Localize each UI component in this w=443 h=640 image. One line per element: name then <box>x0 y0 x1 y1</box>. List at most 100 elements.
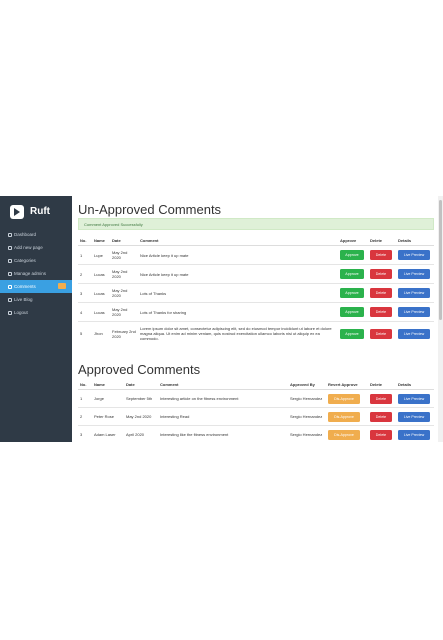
cell-name: Jorge <box>92 389 124 408</box>
cell-no: 1 <box>78 389 92 408</box>
table-row: 4 Lucas May 2nd 2020 Lots of Thanks for … <box>78 302 434 322</box>
sidebar-item-label: Comments <box>14 284 36 289</box>
dis-approve-button[interactable]: Dis-Approve <box>328 393 360 404</box>
delete-button[interactable]: Delete <box>370 307 392 317</box>
delete-button[interactable]: Delete <box>370 328 392 339</box>
delete-button[interactable]: Delete <box>370 269 392 279</box>
cell-name: Jhon <box>92 321 110 346</box>
cell-date: May 2nd 2020 <box>110 302 138 322</box>
cell-name: Peter Rose <box>92 407 124 426</box>
app-window: Ruft Dashboard Add new page Categories M… <box>0 196 443 442</box>
cell-comment: Interesting Read <box>158 407 288 426</box>
table-row: 2 Peter Rose May 2nd 2020 Interesting Re… <box>78 407 434 426</box>
tag-icon <box>8 258 12 263</box>
live-preview-button[interactable]: Live Preview <box>398 307 430 317</box>
page-icon <box>8 245 12 250</box>
live-preview-button[interactable]: Live Preview <box>398 288 430 298</box>
comment-count-badge <box>58 283 66 289</box>
delete-button[interactable]: Delete <box>370 393 392 404</box>
cell-name: Lupe <box>92 245 110 265</box>
col-comment: Comment <box>158 380 288 390</box>
col-revert-approve: Revert Approve <box>326 380 368 390</box>
logout-icon <box>8 310 12 315</box>
live-preview-button[interactable]: Live Preview <box>398 250 430 260</box>
col-approve: Approve <box>338 236 368 246</box>
cell-date: September 5th <box>124 389 158 408</box>
cell-date: May 2nd 2020 <box>110 245 138 265</box>
vertical-scrollbar[interactable] <box>438 196 443 442</box>
sidebar-item-dashboard[interactable]: Dashboard <box>0 228 72 241</box>
cell-no: 2 <box>78 264 92 284</box>
sidebar: Ruft Dashboard Add new page Categories M… <box>0 196 72 442</box>
approve-button[interactable]: Approve <box>340 269 364 279</box>
delete-button[interactable]: Delete <box>370 429 392 440</box>
cell-date: May 2nd 2020 <box>110 264 138 284</box>
live-preview-button[interactable]: Live Preview <box>398 411 430 422</box>
sidebar-item-comments[interactable]: Comments <box>0 280 72 293</box>
brand-name: Ruft <box>30 206 50 217</box>
cell-date: May 2nd 2020 <box>110 283 138 303</box>
cell-name: Lucas <box>92 302 110 322</box>
live-preview-button[interactable]: Live Preview <box>398 328 430 339</box>
unapproved-title: Un-Approved Comments <box>78 202 222 217</box>
cell-approved-by: Sergio Hernandez <box>288 407 326 426</box>
cell-comment: Nice Article keep it up mate <box>138 264 338 284</box>
cell-no: 1 <box>78 245 92 265</box>
blog-icon <box>8 297 12 302</box>
sidebar-item-label: Logout <box>14 310 28 315</box>
table-row: 3 Adam Laser April 2020 Interesting like… <box>78 425 434 442</box>
sidebar-item-label: Manage admins <box>14 271 47 276</box>
cell-name: Lucas <box>92 264 110 284</box>
approve-button[interactable]: Approve <box>340 328 364 339</box>
cell-comment: Lots of Thanks <box>138 283 338 303</box>
table-row: 5 Jhon February 2nd 2020 Lorem ipsum dol… <box>78 321 434 346</box>
table-row: 1 Lupe May 2nd 2020 Nice Article keep it… <box>78 245 434 265</box>
cell-date: April 2020 <box>124 425 158 442</box>
col-details: Details <box>396 380 434 390</box>
live-preview-button[interactable]: Live Preview <box>398 269 430 279</box>
cell-name: Lucas <box>92 283 110 303</box>
main-content: Un-Approved Comments Comment Approved Su… <box>72 196 438 442</box>
approved-table: No. Name Date Comment Approved By Revert… <box>78 380 434 442</box>
logo-icon <box>10 205 24 219</box>
col-details: Details <box>396 236 434 246</box>
scrollbar-thumb[interactable] <box>439 200 442 320</box>
sidebar-nav: Dashboard Add new page Categories Manage… <box>0 228 72 319</box>
approve-button[interactable]: Approve <box>340 307 364 317</box>
col-no: No. <box>78 380 92 390</box>
col-name: Name <box>92 380 124 390</box>
cell-no: 3 <box>78 425 92 442</box>
cell-date: February 2nd 2020 <box>110 321 138 346</box>
cell-approved-by: Sergio Hernandez <box>288 389 326 408</box>
col-comment: Comment <box>138 236 338 246</box>
table-row: 1 Jorge September 5th Interesting articl… <box>78 389 434 408</box>
brand-logo[interactable]: Ruft <box>8 202 68 226</box>
table-row: 3 Lucas May 2nd 2020 Lots of Thanks Appr… <box>78 283 434 303</box>
cell-comment: Interesting article on the fitness envir… <box>158 389 288 408</box>
live-preview-button[interactable]: Live Preview <box>398 429 430 440</box>
sidebar-item-manage-admins[interactable]: Manage admins <box>0 267 72 280</box>
dis-approve-button[interactable]: Dis-Approve <box>328 411 360 422</box>
delete-button[interactable]: Delete <box>370 288 392 298</box>
unapproved-table: No. Name Date Comment Approve Delete Det… <box>78 236 434 346</box>
approve-button[interactable]: Approve <box>340 288 364 298</box>
cell-approved-by: Sergio Hernandez <box>288 425 326 442</box>
approved-title: Approved Comments <box>78 362 201 377</box>
sidebar-item-label: Dashboard <box>14 232 37 237</box>
sidebar-item-add-new-page[interactable]: Add new page <box>0 241 72 254</box>
sidebar-item-label: Categories <box>14 258 36 263</box>
cell-no: 4 <box>78 302 92 322</box>
delete-button[interactable]: Delete <box>370 411 392 422</box>
live-preview-button[interactable]: Live Preview <box>398 393 430 404</box>
comment-icon <box>8 284 12 289</box>
dashboard-icon <box>8 232 12 237</box>
cell-comment: Lorem ipsum dolor sit amet, consectetur … <box>138 321 338 346</box>
sidebar-item-label: Add new page <box>14 245 43 250</box>
approve-button[interactable]: Approve <box>340 250 364 260</box>
dis-approve-button[interactable]: Dis-Approve <box>328 429 360 440</box>
table-row: 2 Lucas May 2nd 2020 Nice Article keep i… <box>78 264 434 284</box>
delete-button[interactable]: Delete <box>370 250 392 260</box>
sidebar-item-categories[interactable]: Categories <box>0 254 72 267</box>
sidebar-item-live-blog[interactable]: Live Blog <box>0 293 72 306</box>
sidebar-item-logout[interactable]: Logout <box>0 306 72 319</box>
